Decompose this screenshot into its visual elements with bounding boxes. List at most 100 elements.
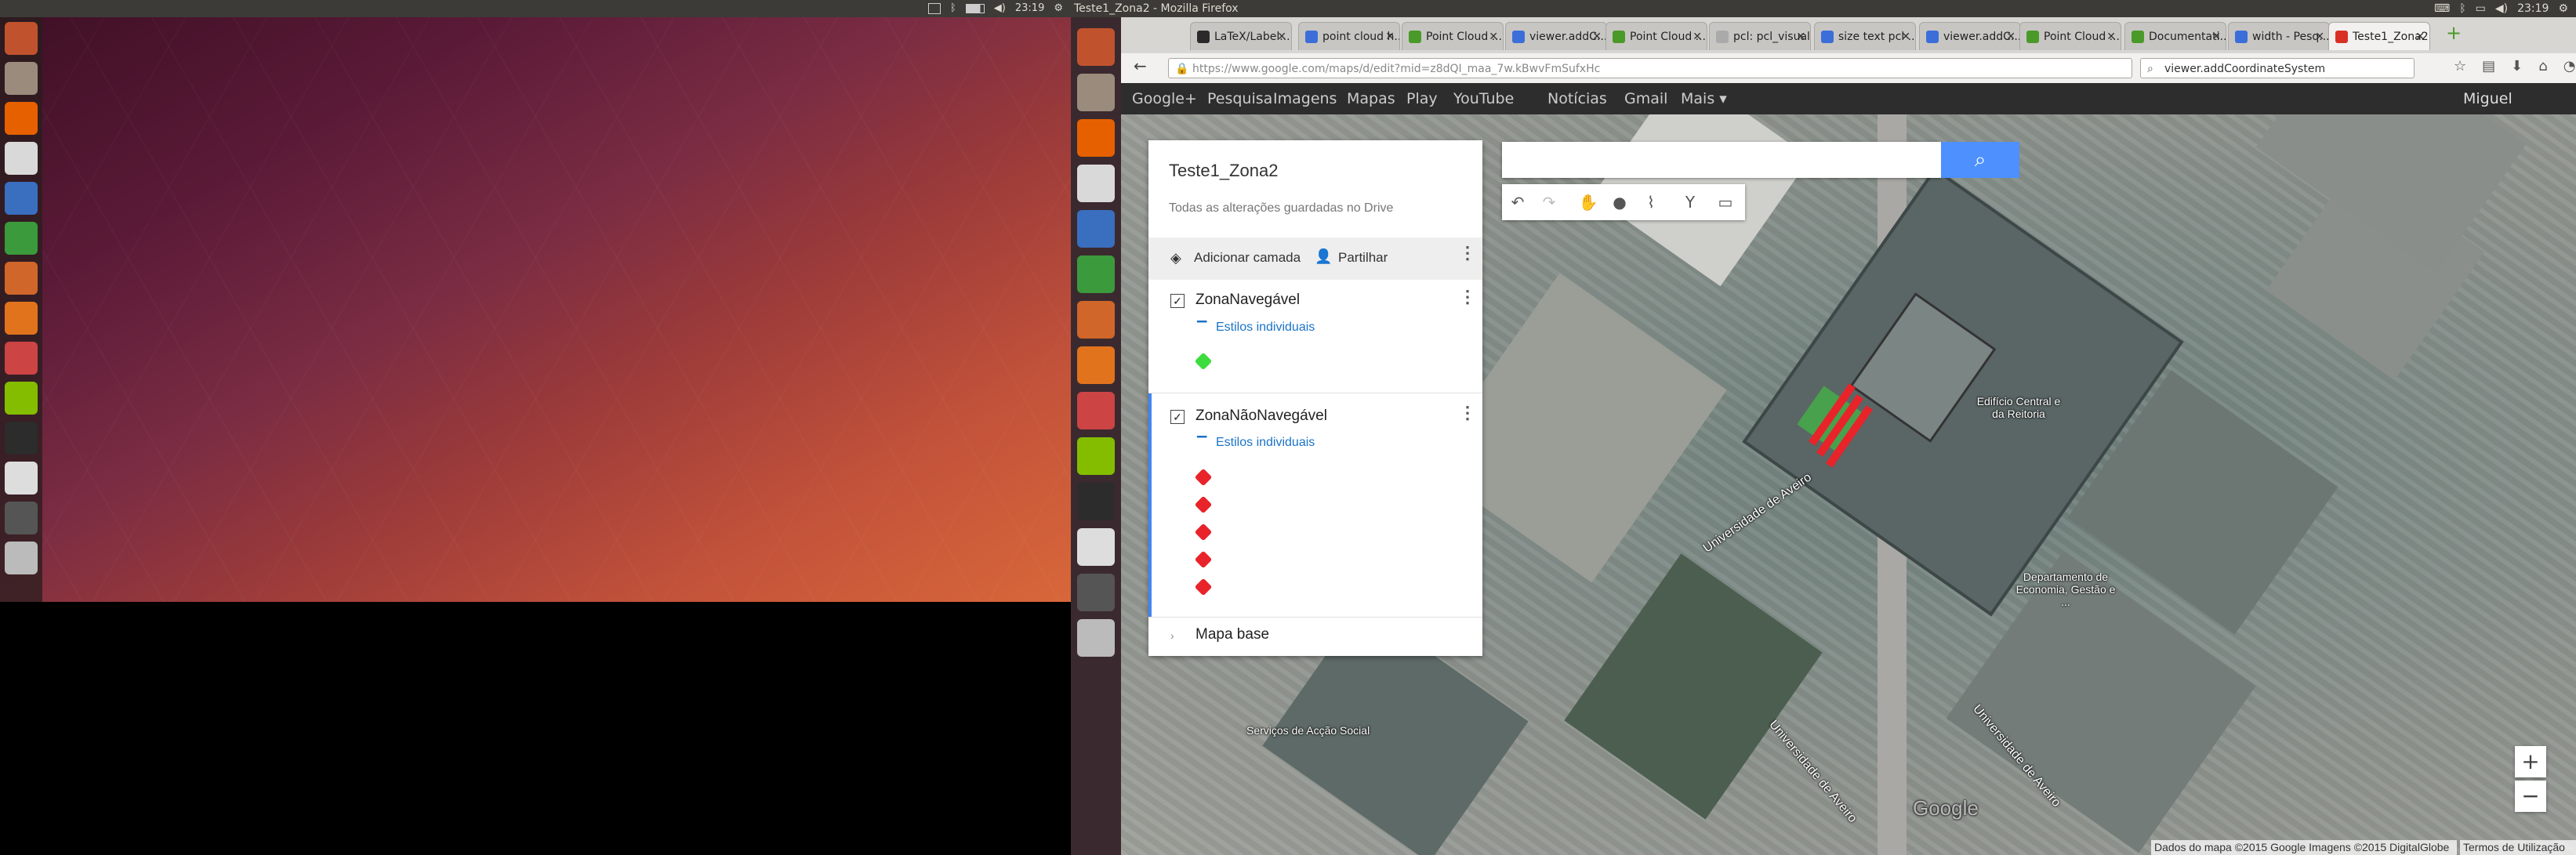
firefox-icon[interactable] xyxy=(5,102,38,135)
bookmarks-icon[interactable]: ▤ xyxy=(2482,58,2495,74)
volume-icon[interactable]: ◀) xyxy=(994,0,1006,17)
spotify-icon[interactable] xyxy=(1077,437,1115,475)
tab-close-icon[interactable]: ✕ xyxy=(2006,23,2015,50)
calculator-icon[interactable] xyxy=(1077,574,1115,611)
gbar-link[interactable]: Gmail xyxy=(1624,83,1667,114)
redo-icon[interactable]: ↷ xyxy=(1533,184,1565,220)
layer-checkbox[interactable]: ✓ xyxy=(1170,294,1185,308)
system-settings-icon[interactable] xyxy=(1077,392,1115,429)
software-center-icon[interactable] xyxy=(1077,346,1115,384)
layer-menu-icon[interactable]: ⋮ xyxy=(1459,404,1476,422)
layer-menu-icon[interactable]: ⋮ xyxy=(1459,288,1476,306)
calc-icon[interactable] xyxy=(1077,255,1115,293)
undo-icon[interactable]: ↶ xyxy=(1502,184,1533,220)
tab-close-icon[interactable]: ✕ xyxy=(1385,23,1395,50)
text-editor-icon[interactable] xyxy=(5,142,38,175)
volume-icon[interactable]: ◀) xyxy=(2495,0,2508,17)
marker-icon[interactable] xyxy=(1194,352,1213,371)
expand-icon[interactable]: › xyxy=(1170,629,1174,642)
layer-checkbox[interactable]: ✓ xyxy=(1170,410,1185,424)
bluetooth-icon[interactable]: ᛒ xyxy=(950,0,956,17)
zoom-in-button[interactable]: + xyxy=(2515,746,2546,777)
tab-close-icon[interactable]: ✕ xyxy=(2211,23,2221,50)
tab-close-icon[interactable]: ✕ xyxy=(2415,23,2425,50)
home-icon[interactable]: ⌂ xyxy=(2538,58,2547,74)
power-icon[interactable]: ⚙ xyxy=(1054,0,1063,17)
gbar-link[interactable]: YouTube xyxy=(1453,83,1514,114)
ubuntu-dash-icon[interactable] xyxy=(1077,28,1115,66)
system-settings-icon[interactable] xyxy=(5,342,38,375)
clock[interactable]: 23:19 xyxy=(2517,0,2549,17)
battery-icon[interactable] xyxy=(965,4,985,13)
power-icon[interactable]: ⚙ xyxy=(2558,0,2568,17)
files-icon[interactable] xyxy=(5,62,38,95)
tab-8[interactable]: Point Cloud ... ✕ xyxy=(2019,22,2121,50)
tab-0[interactable]: LaTeX/Label... ✕ xyxy=(1190,22,1292,50)
firefox-icon[interactable] xyxy=(1077,119,1115,157)
writer-icon[interactable] xyxy=(1077,210,1115,248)
base-map-label[interactable]: Mapa base xyxy=(1195,626,1269,643)
tex-icon[interactable] xyxy=(1077,528,1115,566)
layer-style-link[interactable]: Estilos individuais xyxy=(1216,436,1315,450)
zoom-out-button[interactable]: − xyxy=(2515,781,2546,812)
tab-close-icon[interactable]: ✕ xyxy=(1693,23,1702,50)
gbar-link[interactable]: Mapas xyxy=(1347,83,1395,114)
add-layer-button[interactable]: Adicionar camada xyxy=(1194,250,1301,266)
gbar-link[interactable]: Play xyxy=(1406,83,1438,114)
software-center-icon[interactable] xyxy=(5,302,38,335)
terminal-icon[interactable] xyxy=(5,422,38,455)
impress-icon[interactable] xyxy=(1077,301,1115,339)
terminal-icon[interactable] xyxy=(1077,483,1115,520)
gbar-link[interactable]: Mais ▾ xyxy=(1681,83,1727,114)
gbar-link[interactable]: Imagens xyxy=(1273,83,1337,114)
back-arrow-icon[interactable]: ← xyxy=(1134,56,1147,75)
marker-icon[interactable] xyxy=(1194,578,1213,596)
panel-menu-icon[interactable]: ⋮ xyxy=(1459,245,1476,262)
tab-close-icon[interactable]: ✕ xyxy=(1796,23,1805,50)
tab-2[interactable]: Point Cloud ... ✕ xyxy=(1402,22,1504,50)
battery-icon[interactable]: ▭ xyxy=(2476,0,2486,17)
tab-5[interactable]: pcl: pcl_visualize...✕ xyxy=(1709,22,1811,50)
marker-icon[interactable] xyxy=(1194,550,1213,569)
draw-line-icon[interactable]: ⌇ xyxy=(1635,184,1667,220)
tab-4[interactable]: Point Cloud ... ✕ xyxy=(1605,22,1707,50)
share-button[interactable]: Partilhar xyxy=(1338,250,1388,266)
measure-ruler-icon[interactable]: ▭ xyxy=(1710,184,1741,220)
search-input[interactable]: ⌕ viewer.addCoordinateSystem xyxy=(2140,58,2415,78)
layer-name[interactable]: ZonaNãoNavegável xyxy=(1195,408,1327,425)
tab-close-icon[interactable]: ✕ xyxy=(2315,23,2324,50)
tab-9[interactable]: Documentati... ✕ xyxy=(2124,22,2226,50)
directions-icon[interactable]: Y xyxy=(1674,184,1706,220)
add-marker-icon[interactable]: ● xyxy=(1604,184,1635,220)
drive-icon[interactable] xyxy=(1077,619,1115,657)
tab-6[interactable]: size text pcl ... ✕ xyxy=(1814,22,1916,50)
gbar-link[interactable]: Notícias xyxy=(1547,83,1607,114)
marker-icon[interactable] xyxy=(1194,468,1213,487)
tab-1[interactable]: point cloud h... ✕ xyxy=(1298,22,1400,50)
tab-close-icon[interactable]: ✕ xyxy=(2106,23,2116,50)
files-icon[interactable] xyxy=(1077,74,1115,111)
bookmark-star-icon[interactable]: ☆ xyxy=(2454,58,2466,74)
tab-10[interactable]: width - Pesq... ✕ xyxy=(2228,22,2330,50)
tab-11[interactable]: Teste1_Zona2 ✕ xyxy=(2328,22,2430,50)
tab-close-icon[interactable]: ✕ xyxy=(1489,23,1498,50)
map-search-button[interactable]: ⌕ xyxy=(1941,142,2019,178)
tab-7[interactable]: viewer.addC... ✕ xyxy=(1919,22,2021,50)
chat-icon[interactable]: ◔ xyxy=(2563,58,2576,74)
clock[interactable]: 23:19 xyxy=(1015,0,1044,17)
map-search-input[interactable] xyxy=(1502,142,1941,178)
terms-link[interactable]: Termos de Utilização xyxy=(2460,840,2576,855)
keyboard-icon[interactable] xyxy=(927,3,941,14)
url-bar[interactable]: 🔒 https://www.google.com/maps/d/edit?mid… xyxy=(1168,58,2132,78)
tex-icon[interactable] xyxy=(5,462,38,495)
spotify-icon[interactable] xyxy=(5,382,38,415)
gbar-link[interactable]: Google+ xyxy=(1132,83,1197,114)
gbar-link[interactable]: Pesquisa xyxy=(1207,83,1272,114)
drive-icon[interactable] xyxy=(5,542,38,574)
hand-pan-icon[interactable]: ✋ xyxy=(1573,184,1604,220)
tab-close-icon[interactable]: ✕ xyxy=(1277,23,1286,50)
text-editor-icon[interactable] xyxy=(1077,165,1115,202)
impress-icon[interactable] xyxy=(5,262,38,295)
layer-style-link[interactable]: Estilos individuais xyxy=(1216,321,1315,335)
download-icon[interactable]: ⬇ xyxy=(2511,58,2523,74)
